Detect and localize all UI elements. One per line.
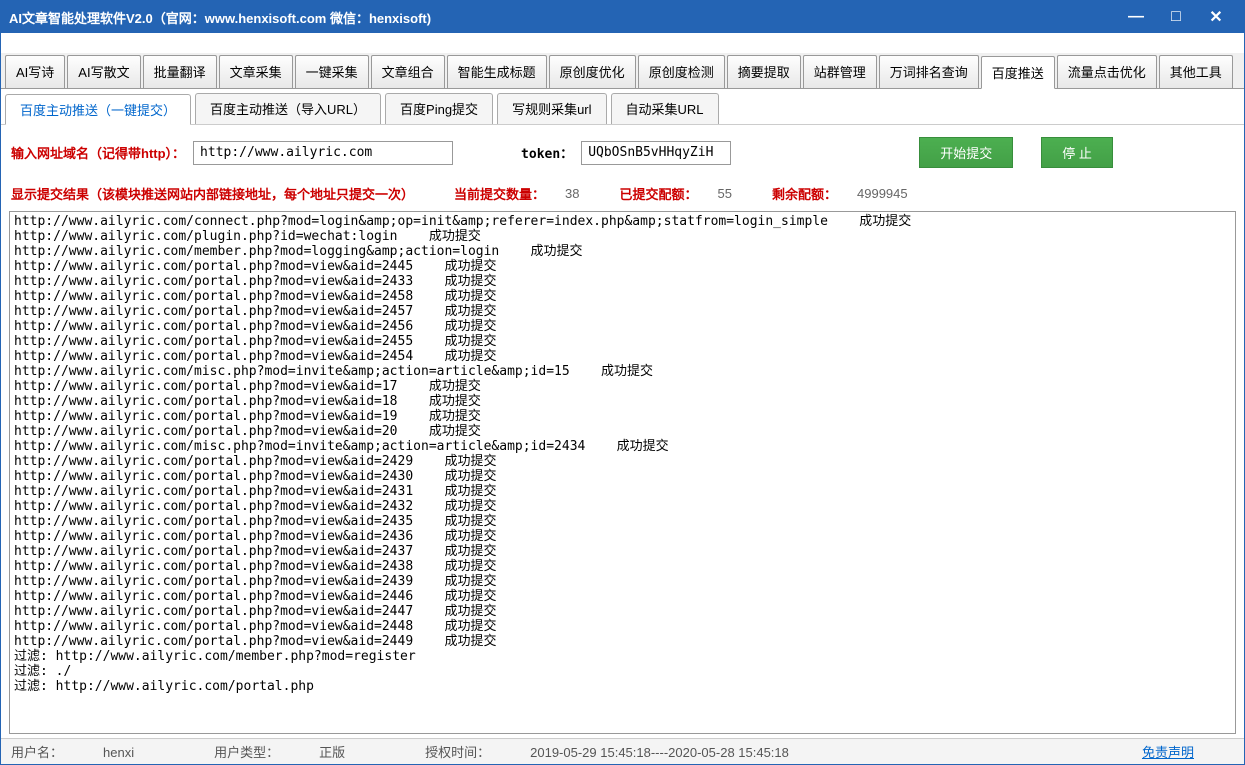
remain-quota-value: 4999945 [857, 186, 908, 201]
minimize-button[interactable]: — [1116, 1, 1156, 33]
log-line: http://www.ailyric.com/portal.php?mod=vi… [14, 424, 1231, 439]
main-tab-1[interactable]: AI写散文 [67, 55, 140, 88]
main-tab-6[interactable]: 智能生成标题 [447, 55, 547, 88]
input-row: 输入网址域名（记得带http）： token： 开始提交 停 止 [1, 125, 1244, 180]
log-line: http://www.ailyric.com/misc.php?mod=invi… [14, 439, 1231, 454]
log-line: http://www.ailyric.com/portal.php?mod=vi… [14, 454, 1231, 469]
log-line: http://www.ailyric.com/portal.php?mod=vi… [14, 619, 1231, 634]
sub-tab-4[interactable]: 自动采集URL [611, 93, 719, 124]
log-line: http://www.ailyric.com/portal.php?mod=vi… [14, 469, 1231, 484]
main-tab-7[interactable]: 原创度优化 [549, 55, 636, 88]
log-line: http://www.ailyric.com/portal.php?mod=vi… [14, 484, 1231, 499]
user-name: 用户名：henxi [11, 742, 174, 761]
main-tab-14[interactable]: 其他工具 [1159, 55, 1233, 88]
main-tab-8[interactable]: 原创度检测 [638, 55, 725, 88]
main-tab-13[interactable]: 流量点击优化 [1057, 55, 1157, 88]
log-line: http://www.ailyric.com/portal.php?mod=vi… [14, 319, 1231, 334]
remain-quota-label: 剩余配额： [772, 184, 837, 203]
sub-tab-2[interactable]: 百度Ping提交 [385, 93, 493, 124]
log-line: http://www.ailyric.com/portal.php?mod=vi… [14, 289, 1231, 304]
log-line: 过滤: ./ [14, 664, 1231, 679]
log-line: http://www.ailyric.com/misc.php?mod=invi… [14, 364, 1231, 379]
sub-tab-3[interactable]: 写规则采集url [497, 93, 606, 124]
submitted-quota-label: 已提交配额： [620, 184, 698, 203]
main-tab-2[interactable]: 批量翻译 [143, 55, 217, 88]
log-line: http://www.ailyric.com/portal.php?mod=vi… [14, 604, 1231, 619]
log-line: http://www.ailyric.com/portal.php?mod=vi… [14, 544, 1231, 559]
maximize-button[interactable]: □ [1156, 1, 1196, 33]
log-line: 过滤: http://www.ailyric.com/member.php?mo… [14, 649, 1231, 664]
main-tab-12[interactable]: 百度推送 [981, 56, 1055, 89]
log-line: http://www.ailyric.com/plugin.php?id=wec… [14, 229, 1231, 244]
log-line: http://www.ailyric.com/portal.php?mod=vi… [14, 259, 1231, 274]
start-submit-button[interactable]: 开始提交 [919, 137, 1013, 168]
log-line: http://www.ailyric.com/portal.php?mod=vi… [14, 304, 1231, 319]
status-row: 显示提交结果（该模块推送网站内部链接地址，每个地址只提交一次） 当前提交数量： … [1, 180, 1244, 207]
log-line: http://www.ailyric.com/portal.php?mod=vi… [14, 589, 1231, 604]
close-button[interactable]: ✕ [1196, 1, 1236, 33]
log-output[interactable]: http://www.ailyric.com/connect.php?mod=l… [9, 211, 1236, 734]
current-count-value: 38 [565, 186, 579, 201]
main-tab-9[interactable]: 摘要提取 [727, 55, 801, 88]
log-line: http://www.ailyric.com/member.php?mod=lo… [14, 244, 1231, 259]
log-line: http://www.ailyric.com/portal.php?mod=vi… [14, 379, 1231, 394]
log-line: http://www.ailyric.com/portal.php?mod=vi… [14, 349, 1231, 364]
log-line: http://www.ailyric.com/portal.php?mod=vi… [14, 334, 1231, 349]
titlebar: AI文章智能处理软件V2.0（官网：www.henxisoft.com 微信：h… [1, 1, 1244, 33]
log-line: http://www.ailyric.com/portal.php?mod=vi… [14, 514, 1231, 529]
main-tab-4[interactable]: 一键采集 [295, 55, 369, 88]
url-label: 输入网址域名（记得带http）： [11, 143, 185, 162]
disclaimer-link[interactable]: 免责声明 [1142, 742, 1194, 761]
main-tab-bar: AI写诗AI写散文批量翻译文章采集一键采集文章组合智能生成标题原创度优化原创度检… [1, 53, 1244, 89]
log-line: http://www.ailyric.com/portal.php?mod=vi… [14, 499, 1231, 514]
log-line: 过滤: http://www.ailyric.com/portal.php [14, 679, 1231, 694]
auth-time: 授权时间：2019-05-29 15:45:18----2020-05-28 1… [425, 742, 829, 761]
main-tab-0[interactable]: AI写诗 [5, 55, 65, 88]
main-tab-3[interactable]: 文章采集 [219, 55, 293, 88]
statusbar: 用户名：henxi 用户类型：正版 授权时间：2019-05-29 15:45:… [1, 738, 1244, 764]
token-input[interactable] [581, 141, 731, 165]
top-spacer [1, 33, 1244, 53]
sub-tab-bar: 百度主动推送（一键提交）百度主动推送（导入URL）百度Ping提交写规则采集ur… [1, 89, 1244, 125]
main-tab-10[interactable]: 站群管理 [803, 55, 877, 88]
main-tab-11[interactable]: 万词排名查询 [879, 55, 979, 88]
log-line: http://www.ailyric.com/connect.php?mod=l… [14, 214, 1231, 229]
log-line: http://www.ailyric.com/portal.php?mod=vi… [14, 274, 1231, 289]
log-line: http://www.ailyric.com/portal.php?mod=vi… [14, 409, 1231, 424]
window-title: AI文章智能处理软件V2.0（官网：www.henxisoft.com 微信：h… [9, 8, 1116, 27]
log-line: http://www.ailyric.com/portal.php?mod=vi… [14, 529, 1231, 544]
sub-tab-0[interactable]: 百度主动推送（一键提交） [5, 94, 191, 125]
submitted-quota-value: 55 [718, 186, 732, 201]
url-input[interactable] [193, 141, 453, 165]
log-line: http://www.ailyric.com/portal.php?mod=vi… [14, 574, 1231, 589]
token-label: token： [521, 143, 573, 162]
log-line: http://www.ailyric.com/portal.php?mod=vi… [14, 634, 1231, 649]
sub-tab-1[interactable]: 百度主动推送（导入URL） [195, 93, 381, 124]
stop-button[interactable]: 停 止 [1041, 137, 1113, 168]
log-line: http://www.ailyric.com/portal.php?mod=vi… [14, 394, 1231, 409]
result-header: 显示提交结果（该模块推送网站内部链接地址，每个地址只提交一次） [11, 184, 414, 203]
main-tab-5[interactable]: 文章组合 [371, 55, 445, 88]
user-type: 用户类型：正版 [214, 742, 385, 761]
log-line: http://www.ailyric.com/portal.php?mod=vi… [14, 559, 1231, 574]
current-count-label: 当前提交数量： [454, 184, 545, 203]
